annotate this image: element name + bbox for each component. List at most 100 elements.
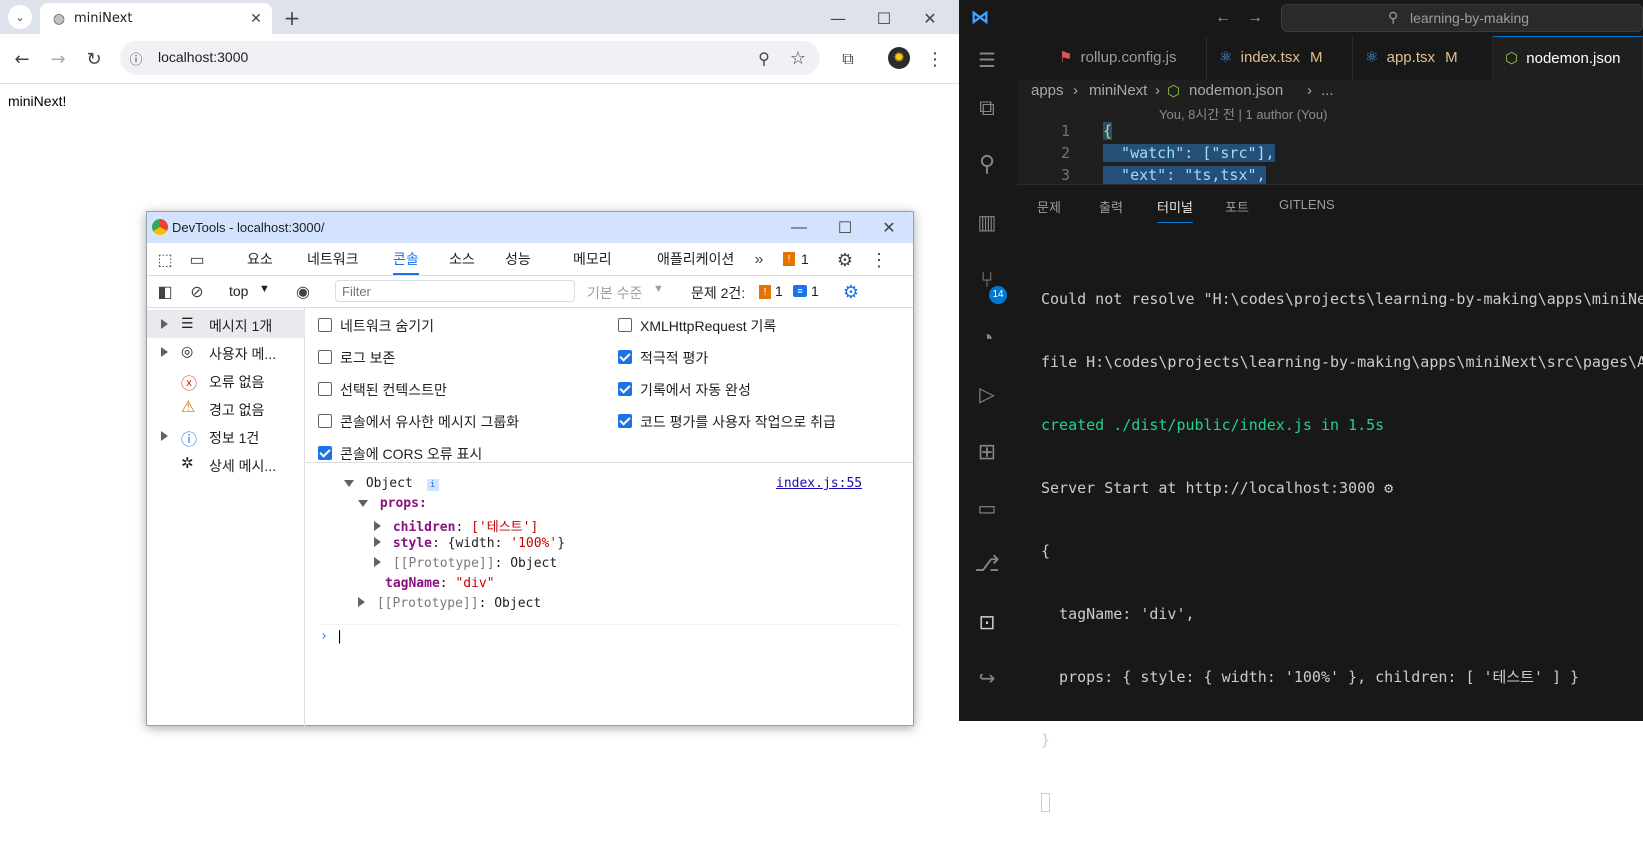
dt-close-button[interactable]: ✕ (877, 216, 901, 240)
console-prompt[interactable]: › | (320, 624, 900, 646)
style-row[interactable]: style: {width: '100%'} (374, 536, 565, 551)
tab-application[interactable]: 애플리케이션 (657, 243, 734, 275)
expand-arrow-icon[interactable] (374, 521, 381, 531)
git-graph-icon[interactable]: ⎇ (971, 548, 1003, 580)
forward-button[interactable]: → (46, 47, 70, 71)
folder-icon[interactable]: ▭ (971, 492, 1003, 524)
log-source-link[interactable]: index.js:55 (776, 476, 862, 491)
menu-hamburger-icon[interactable]: ☰ (971, 44, 1003, 76)
tab-rollup-config[interactable]: ⚑ rollup.config.js (1047, 36, 1207, 80)
sidebar-toggle-icon[interactable]: ◧ (153, 280, 177, 304)
timeline-icon[interactable]: ◔ (971, 322, 1003, 354)
back-button[interactable]: ← (10, 47, 34, 71)
tab-sources[interactable]: 소스 (449, 243, 475, 275)
context-dropdown-icon[interactable]: ▼ (259, 283, 270, 295)
expand-arrow-icon[interactable] (374, 537, 381, 547)
collapse-arrow-icon[interactable] (344, 480, 354, 487)
menu-kebab-icon[interactable]: ⋮ (926, 47, 944, 71)
tab-elements[interactable]: 요소 (247, 243, 273, 275)
sidebar-item-info[interactable]: ⓘ 정보 1건 (147, 422, 305, 450)
tab-network[interactable]: 네트워크 (307, 243, 359, 275)
log-level-dropdown-icon[interactable]: ▼ (653, 283, 664, 295)
props-row[interactable]: props: (358, 496, 427, 511)
blame-annotation[interactable]: You, 8시간 전 | 1 author (You) (1159, 104, 1327, 123)
expand-arrow-icon[interactable] (374, 557, 381, 567)
tab-search-button[interactable]: ⌄ (8, 5, 32, 29)
context-select[interactable]: top (229, 283, 248, 299)
zoom-icon[interactable]: ⚲ (752, 46, 776, 70)
close-tab-icon[interactable]: ✕ (246, 9, 266, 29)
panel-tab-gitlens[interactable]: GITLENS (1279, 197, 1335, 212)
checkbox-eager-eval[interactable] (618, 350, 632, 364)
tab-console[interactable]: 콘솔 (393, 243, 419, 275)
remote-explorer-icon[interactable]: ⊡ (971, 606, 1003, 638)
devtools-menu-icon[interactable]: ⋮ (869, 248, 889, 272)
breadcrumb-item[interactable]: miniNext (1089, 82, 1147, 99)
tab-nodemon-json[interactable]: ⬡ nodemon.json (1493, 36, 1643, 80)
tab-index-tsx[interactable]: ⚛ index.tsx M (1207, 36, 1353, 80)
profile-avatar[interactable]: ✹ (888, 47, 910, 69)
issue-warning-icon[interactable]: ! (783, 252, 795, 266)
clear-console-icon[interactable]: ⊘ (185, 280, 209, 304)
close-window-button[interactable]: ✕ (918, 6, 942, 30)
nav-forward-icon[interactable]: → (1243, 6, 1267, 30)
breadcrumb-item[interactable]: apps (1031, 82, 1064, 99)
collapse-arrow-icon[interactable] (358, 500, 368, 507)
expand-arrow-icon[interactable] (161, 319, 168, 329)
expand-arrow-icon[interactable] (358, 597, 365, 607)
minimize-button[interactable]: — (826, 6, 850, 30)
panel-tab-ports[interactable]: 포트 (1225, 197, 1249, 216)
url-text[interactable]: localhost:3000 (158, 49, 248, 65)
prototype-row[interactable]: [[Prototype]]: Object (374, 556, 557, 571)
checkbox-autocomplete[interactable] (618, 382, 632, 396)
address-bar[interactable]: ⓘ localhost:3000 ⚲ ☆ (120, 41, 820, 75)
expand-arrow-icon[interactable] (161, 347, 168, 357)
eye-icon[interactable]: ◉ (291, 280, 315, 304)
settings-gear-icon[interactable]: ⚙ (833, 248, 857, 272)
console-settings-icon[interactable]: ⚙ (839, 280, 863, 304)
more-tabs-icon[interactable]: » (747, 248, 771, 272)
sidebar-item-messages[interactable]: ☰ 메시지 1개 (147, 310, 305, 338)
checkbox-selected-context[interactable] (318, 382, 332, 396)
extensions-view-icon[interactable]: ⊞ (971, 436, 1003, 468)
device-toolbar-icon[interactable]: ▭ (185, 248, 209, 272)
breadcrumb-item[interactable]: ... (1321, 82, 1334, 99)
log-level-select[interactable]: 기본 수준 (587, 283, 642, 303)
issues-label[interactable]: 문제 2건: (691, 283, 745, 303)
panel-tab-output[interactable]: 출력 (1099, 197, 1123, 216)
outer-prototype-row[interactable]: [[Prototype]]: Object (358, 596, 541, 611)
new-tab-button[interactable]: + (280, 6, 304, 30)
tab-performance[interactable]: 성능 (505, 243, 531, 275)
inspect-element-icon[interactable]: ⬚ (153, 248, 177, 272)
command-center-search[interactable]: ⚲ learning-by-making (1281, 4, 1643, 32)
terminal-output[interactable]: Could not resolve "H:\codes\projects\lea… (1041, 247, 1643, 854)
checkbox-hide-network[interactable] (318, 318, 332, 332)
run-debug-icon[interactable]: ▷ (971, 378, 1003, 410)
panel-tab-terminal[interactable]: 터미널 (1157, 197, 1193, 223)
checkbox-xhr-log[interactable] (618, 318, 632, 332)
info-badge-icon[interactable]: i (426, 479, 439, 491)
bookmark-star-icon[interactable]: ☆ (786, 46, 810, 70)
sidebar-item-errors[interactable]: ⓧ 오류 없음 (147, 366, 305, 394)
nav-back-icon[interactable]: ← (1211, 6, 1235, 30)
live-share-icon[interactable]: ↪ (971, 662, 1003, 694)
dt-minimize-button[interactable]: — (787, 216, 811, 240)
checkbox-user-activation[interactable] (618, 414, 632, 428)
expand-arrow-icon[interactable] (161, 431, 168, 441)
site-info-icon[interactable]: ⓘ (124, 46, 148, 70)
search-view-icon[interactable]: ⚲ (971, 148, 1003, 180)
children-row[interactable]: children: ['테스트'] (374, 516, 538, 535)
breadcrumb-item[interactable]: nodemon.json (1189, 82, 1283, 99)
issues-info-icon[interactable]: ≡ (793, 285, 807, 297)
maximize-button[interactable]: ☐ (872, 6, 896, 30)
book-icon[interactable]: ▥ (971, 206, 1003, 238)
dt-maximize-button[interactable]: ☐ (833, 216, 857, 240)
checkbox-preserve-log[interactable] (318, 350, 332, 364)
tab-memory[interactable]: 메모리 (573, 243, 612, 275)
browser-tab[interactable]: ◍ miniNext ✕ (40, 3, 272, 35)
sidebar-item-warnings[interactable]: ⚠ 경고 없음 (147, 394, 305, 422)
log-object-row[interactable]: Object i (344, 476, 439, 491)
tab-app-tsx[interactable]: ⚛ app.tsx M (1353, 36, 1493, 80)
code-editor[interactable]: You, 8시간 전 | 1 author (You) 1 { 2 "watch… (1017, 104, 1643, 184)
checkbox-cors-errors[interactable] (318, 446, 332, 460)
